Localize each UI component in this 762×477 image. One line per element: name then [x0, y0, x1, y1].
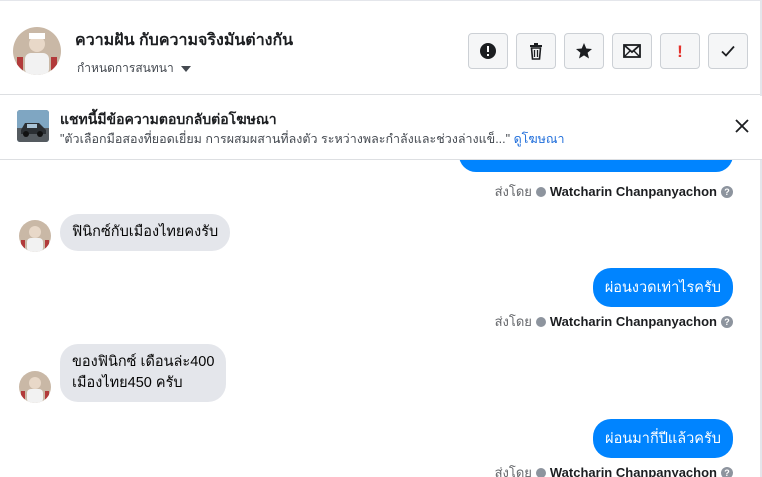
ad-banner-title: แชทนี้มีข้อความตอบกลับต่อโฆษณา	[60, 111, 277, 127]
mark-unread-button[interactable]	[612, 33, 652, 69]
check-icon	[721, 45, 735, 57]
mail-icon	[623, 44, 641, 58]
sent-by-row: ส่งโดย Watcharin Chanpanyachon ?	[495, 462, 733, 477]
sender-name[interactable]: Watcharin Chanpanyachon	[550, 314, 717, 329]
message-line: ของฟินิกซ์ เดือนล่ะ400	[72, 354, 215, 370]
caret-down-icon	[180, 65, 191, 72]
conversation-title: ความฝัน กับความจริงมันต่างกัน	[75, 32, 294, 49]
help-icon[interactable]: ?	[721, 466, 733, 477]
view-ad-link[interactable]: ดูโฆษณา	[514, 132, 565, 146]
mark-done-button[interactable]	[708, 33, 748, 69]
message-line: เมืองไทย450 ครับ	[72, 375, 183, 391]
sent-by-label: ส่งโดย	[494, 314, 532, 329]
help-icon[interactable]: ?	[721, 185, 733, 198]
ad-quote-text: "ตัวเลือกมือสองที่ยอดเยี่ยม การผสมผสานที…	[60, 132, 511, 146]
seen-indicator-icon	[535, 467, 546, 477]
sender-name[interactable]: Watcharin Chanpanyachon	[550, 465, 717, 477]
ad-banner-text: "ตัวเลือกมือสองที่ยอดเยี่ยม การผสมผสานที…	[60, 129, 565, 149]
star-button[interactable]	[564, 33, 604, 69]
incoming-message-multiline[interactable]: ของฟินิกซ์ เดือนล่ะ400 เมืองไทย450 ครับ	[60, 344, 227, 402]
sender-name[interactable]: Watcharin Chanpanyachon	[550, 184, 717, 199]
conversation-header: ความฝัน กับความจริงมันต่างกัน กำหนดการสน…	[0, 0, 762, 95]
contact-avatar[interactable]	[13, 27, 61, 75]
seen-indicator-icon	[535, 316, 546, 327]
message-thread[interactable]: ส่งโดย Watcharin Chanpanyachon ? ฟินิกซ์…	[0, 160, 762, 477]
close-icon	[735, 119, 749, 133]
outgoing-message-partial[interactable]	[459, 160, 733, 172]
trash-icon	[530, 43, 542, 60]
outgoing-message[interactable]: ผ่อนงวดเท่าไรครับ	[592, 268, 733, 307]
incoming-message[interactable]: ฟินิกซ์กับเมืองไทยคงรับ	[60, 214, 231, 251]
close-banner-button[interactable]	[732, 116, 752, 136]
info-circle-icon	[480, 43, 496, 59]
delete-button[interactable]	[516, 33, 556, 69]
outgoing-message[interactable]: ผ่อนมากี่ปีแล้วครับ	[593, 419, 733, 458]
sent-by-row: ส่งโดย Watcharin Chanpanyachon ?	[495, 311, 733, 332]
spam-icon: !	[677, 41, 683, 61]
contact-avatar-small[interactable]	[19, 220, 51, 252]
help-icon[interactable]: ?	[721, 315, 733, 328]
header-actions: !	[468, 33, 748, 69]
sent-by-row: ส่งโดย Watcharin Chanpanyachon ?	[495, 181, 733, 202]
sent-by-label: ส่งโดย	[494, 465, 532, 477]
info-button[interactable]	[468, 33, 508, 69]
conversation-settings-label: กำหนดการสนทนา	[77, 61, 174, 75]
star-icon	[576, 43, 592, 59]
conversation-settings-dropdown[interactable]: กำหนดการสนทนา	[77, 59, 191, 78]
ad-reply-banner: แชทนี้มีข้อความตอบกลับต่อโฆษณา "ตัวเลือก…	[0, 96, 762, 160]
ad-thumbnail[interactable]	[17, 110, 49, 142]
sent-by-label: ส่งโดย	[494, 184, 532, 199]
seen-indicator-icon	[535, 186, 546, 197]
spam-button[interactable]: !	[660, 33, 700, 69]
contact-avatar-small[interactable]	[19, 371, 51, 403]
